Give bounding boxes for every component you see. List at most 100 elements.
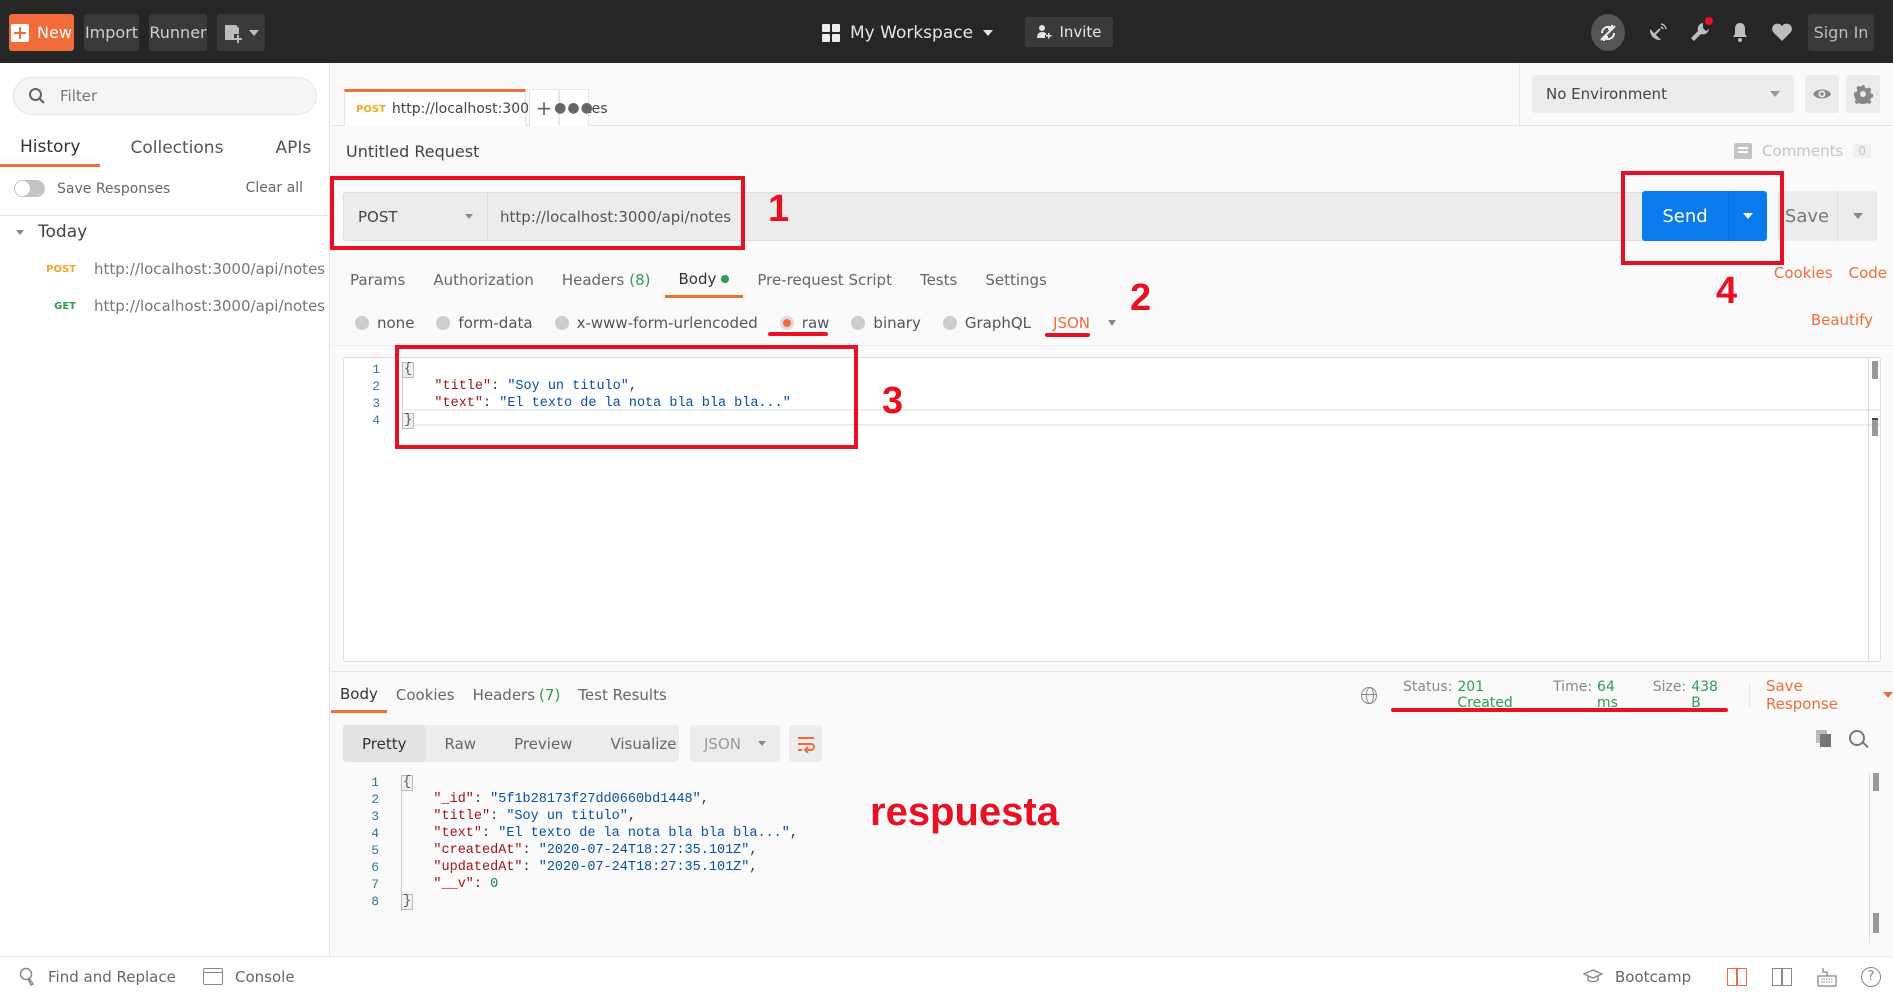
save-options-button[interactable] bbox=[1838, 191, 1877, 241]
beautify-link[interactable]: Beautify bbox=[1811, 311, 1873, 329]
view-mode-pretty[interactable]: Pretty bbox=[343, 725, 426, 762]
radio-selected[interactable] bbox=[779, 316, 794, 330]
body-type-form-data[interactable]: form-data bbox=[436, 314, 533, 332]
radio[interactable] bbox=[851, 316, 866, 330]
history-item[interactable]: POST http://localhost:3000/api/notes bbox=[0, 254, 330, 284]
settings-button[interactable] bbox=[1846, 75, 1880, 113]
tab-body[interactable]: Body bbox=[664, 262, 744, 298]
save-button[interactable]: Save bbox=[1777, 191, 1877, 241]
save-response-button[interactable]: Save Response bbox=[1766, 677, 1893, 713]
response-scrollbar[interactable] bbox=[1869, 773, 1879, 943]
console-button[interactable]: Console bbox=[203, 968, 295, 986]
editor-scrollbar[interactable] bbox=[1868, 358, 1878, 661]
tab-collections[interactable]: Collections bbox=[110, 129, 243, 167]
tab-headers[interactable]: Headers (8) bbox=[548, 262, 665, 298]
annotation-box-url bbox=[330, 176, 745, 250]
wrench-icon[interactable] bbox=[1688, 17, 1713, 44]
request-tab[interactable]: POST http://localhost:3000/api/notes bbox=[344, 89, 608, 126]
annotation-underline-raw bbox=[768, 332, 828, 336]
view-mode-visualize[interactable]: Visualize bbox=[591, 725, 695, 762]
import-button[interactable]: Import bbox=[84, 14, 139, 51]
radio[interactable] bbox=[554, 316, 569, 330]
save-responses-toggle[interactable] bbox=[14, 180, 45, 197]
find-replace-button[interactable]: Find and Replace bbox=[18, 967, 176, 987]
save-responses-row: Save Responses bbox=[14, 180, 170, 197]
line-number: 1 bbox=[371, 775, 379, 790]
body-type-none[interactable]: none bbox=[355, 314, 414, 332]
radio[interactable] bbox=[355, 316, 369, 330]
tab-label: Cookies bbox=[395, 686, 455, 704]
tab-settings[interactable]: Settings bbox=[971, 262, 1061, 298]
search-icon[interactable] bbox=[1849, 730, 1865, 746]
body-type-urlencoded[interactable]: x-www-form-urlencoded bbox=[554, 314, 758, 332]
radio-label: GraphQL bbox=[964, 314, 1032, 332]
tab-params[interactable]: Params bbox=[336, 262, 419, 298]
invite-button[interactable]: Invite bbox=[1025, 17, 1113, 47]
response-tab-body[interactable]: Body bbox=[331, 677, 387, 713]
comments-button[interactable]: Comments 0 bbox=[1734, 142, 1871, 160]
environment-select[interactable]: No Environment bbox=[1532, 75, 1794, 113]
annotation-step-2: 2 bbox=[1130, 277, 1152, 319]
runner-button[interactable]: Runner bbox=[149, 14, 207, 51]
bell-icon[interactable] bbox=[1728, 20, 1752, 44]
tab-history[interactable]: History bbox=[0, 129, 101, 167]
tab-authorization[interactable]: Authorization bbox=[419, 262, 547, 298]
more-tabs-button[interactable]: ●●● bbox=[554, 89, 593, 126]
view-mode-preview[interactable]: Preview bbox=[495, 725, 591, 762]
satellite-icon[interactable] bbox=[1646, 20, 1670, 44]
filter-field[interactable] bbox=[13, 77, 317, 115]
heart-icon[interactable] bbox=[1770, 20, 1794, 44]
history-group-today[interactable]: Today bbox=[16, 222, 87, 242]
help-icon[interactable]: ? bbox=[1861, 966, 1881, 987]
code-line: 7 "__v": 0 bbox=[343, 876, 1881, 893]
tab-pre-request-script[interactable]: Pre-request Script bbox=[743, 262, 906, 298]
sync-off-icon[interactable] bbox=[1591, 14, 1625, 51]
status-readout[interactable]: Status: 201 Created bbox=[1403, 679, 1535, 711]
bootcamp-button[interactable]: Bootcamp bbox=[1583, 968, 1691, 986]
globe-icon[interactable] bbox=[1361, 686, 1378, 704]
gear-icon bbox=[1854, 85, 1873, 104]
annotation-response-label: respuesta bbox=[870, 790, 1059, 834]
tab-tests[interactable]: Tests bbox=[906, 262, 971, 298]
divider bbox=[0, 215, 330, 216]
code-link[interactable]: Code bbox=[1849, 264, 1887, 282]
body-type-raw[interactable]: raw bbox=[779, 314, 829, 332]
filter-input[interactable] bbox=[60, 87, 280, 105]
cookies-link[interactable]: Cookies bbox=[1774, 264, 1833, 282]
scroll-marker bbox=[1872, 418, 1878, 436]
new-button[interactable]: New bbox=[9, 14, 74, 51]
environment-quick-look-button[interactable] bbox=[1805, 75, 1839, 113]
view-mode-raw[interactable]: Raw bbox=[426, 725, 496, 762]
response-tab-headers[interactable]: Headers (7) bbox=[464, 677, 570, 713]
response-body-viewer[interactable]: 1{ 2 "_id": "5f1b28173f27dd0660bd1448", … bbox=[343, 771, 1881, 951]
two-pane-view-icon[interactable] bbox=[1727, 967, 1747, 986]
response-tab-test-results[interactable]: Test Results bbox=[569, 677, 675, 713]
tab-apis[interactable]: APIs bbox=[255, 129, 331, 167]
keyboard-shortcuts-icon[interactable] bbox=[1817, 967, 1837, 987]
code-punct: , bbox=[749, 860, 758, 875]
new-window-button[interactable] bbox=[217, 14, 265, 51]
body-type-binary[interactable]: binary bbox=[851, 314, 921, 332]
request-title[interactable]: Untitled Request bbox=[346, 142, 479, 161]
radio[interactable] bbox=[436, 316, 451, 330]
line-number: 2 bbox=[371, 792, 379, 807]
line-number: 5 bbox=[371, 843, 379, 858]
json-value: 0 bbox=[490, 877, 499, 892]
response-tab-cookies[interactable]: Cookies bbox=[387, 677, 464, 713]
history-item[interactable]: GET http://localhost:3000/api/notes bbox=[0, 291, 330, 321]
body-type-graphql[interactable]: GraphQL bbox=[942, 314, 1032, 332]
clear-all-button[interactable]: Clear all bbox=[246, 180, 303, 196]
time-readout[interactable]: Time: 64 ms bbox=[1553, 679, 1635, 711]
wrap-lines-button[interactable] bbox=[789, 725, 822, 762]
response-actions bbox=[1816, 730, 1865, 747]
sign-in-button[interactable]: Sign In bbox=[1808, 14, 1874, 51]
response-format-select[interactable]: JSON bbox=[690, 725, 780, 762]
body-format-select[interactable]: JSON bbox=[1053, 314, 1117, 332]
workspace-switcher[interactable]: My Workspace bbox=[822, 18, 994, 48]
size-readout[interactable]: Size: 438 B bbox=[1653, 679, 1727, 711]
split-pane-icon[interactable] bbox=[1772, 967, 1792, 986]
time-label: Time: bbox=[1553, 679, 1593, 695]
chevron-down-icon bbox=[1770, 91, 1780, 97]
copy-icon[interactable] bbox=[1816, 730, 1831, 747]
radio[interactable] bbox=[942, 316, 957, 330]
